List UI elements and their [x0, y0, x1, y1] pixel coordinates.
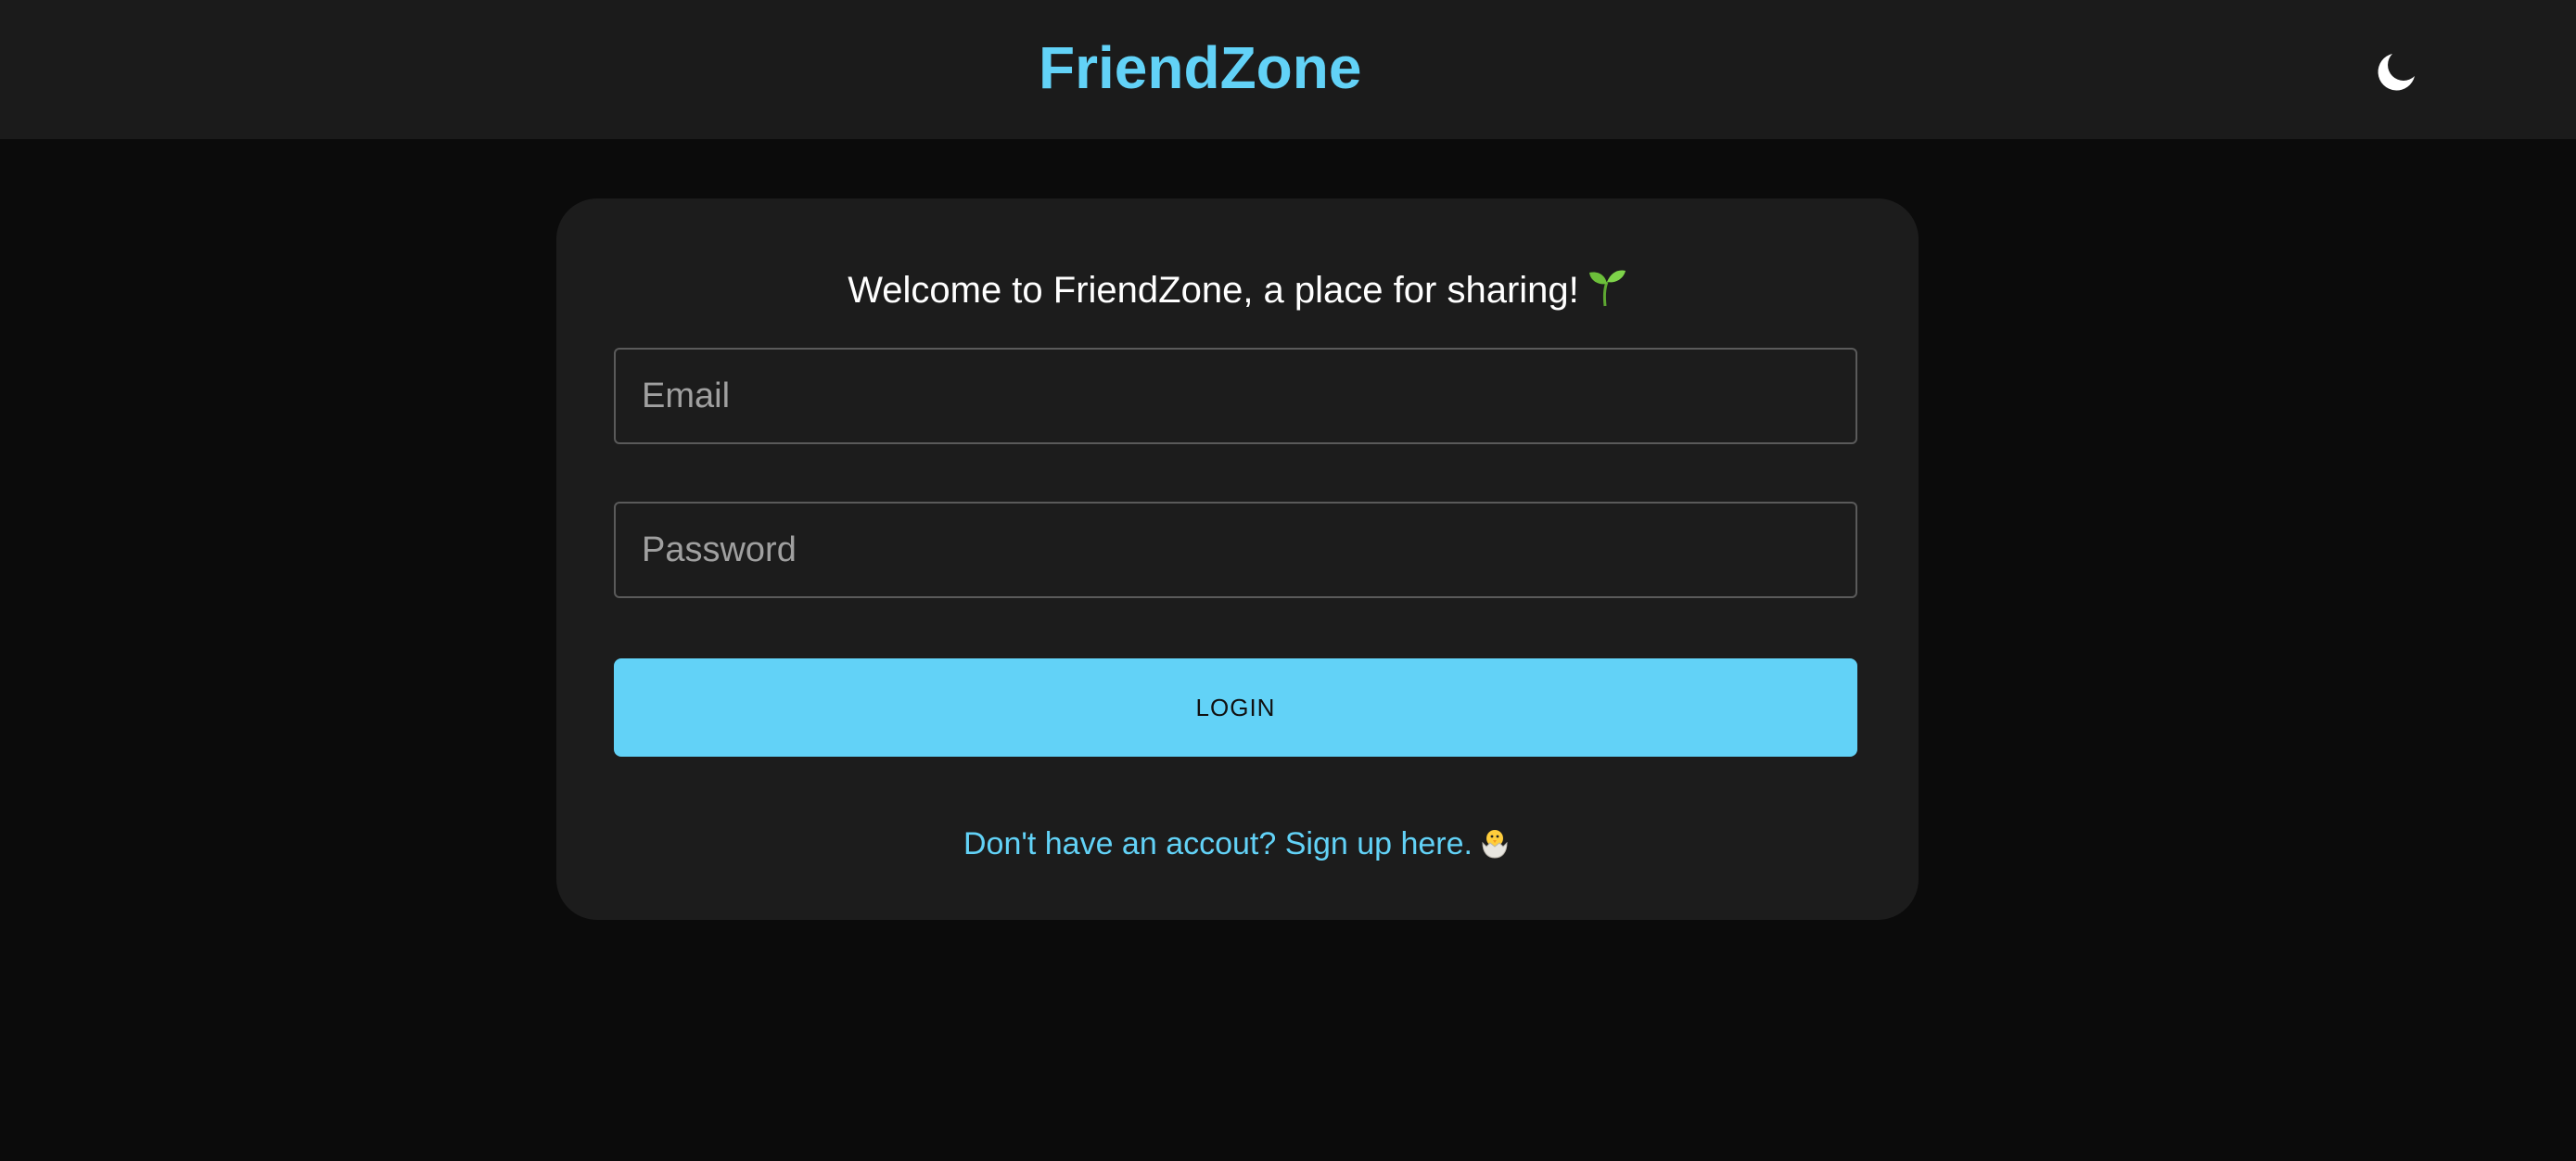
email-field[interactable] — [614, 348, 1857, 444]
password-field[interactable] — [614, 502, 1857, 598]
top-bar: FriendZone — [0, 0, 2576, 139]
login-card: Welcome to FriendZone, a place for shari… — [556, 198, 1919, 920]
welcome-message: Welcome to FriendZone, a place for shari… — [556, 258, 1919, 323]
login-button[interactable]: LOGIN — [614, 658, 1857, 757]
signup-text: Don't have an accout? Sign up here. — [963, 826, 1473, 861]
hatching-chick-icon — [1478, 822, 1511, 859]
welcome-text: Welcome to FriendZone, a place for shari… — [848, 270, 1579, 311]
sprout-icon — [1587, 263, 1627, 307]
brand-title[interactable]: FriendZone — [1039, 26, 1474, 109]
signup-link[interactable]: Don't have an accout? Sign up here. — [556, 816, 1919, 872]
theme-toggle-button[interactable] — [2370, 41, 2428, 98]
moon-icon — [2378, 54, 2415, 91]
